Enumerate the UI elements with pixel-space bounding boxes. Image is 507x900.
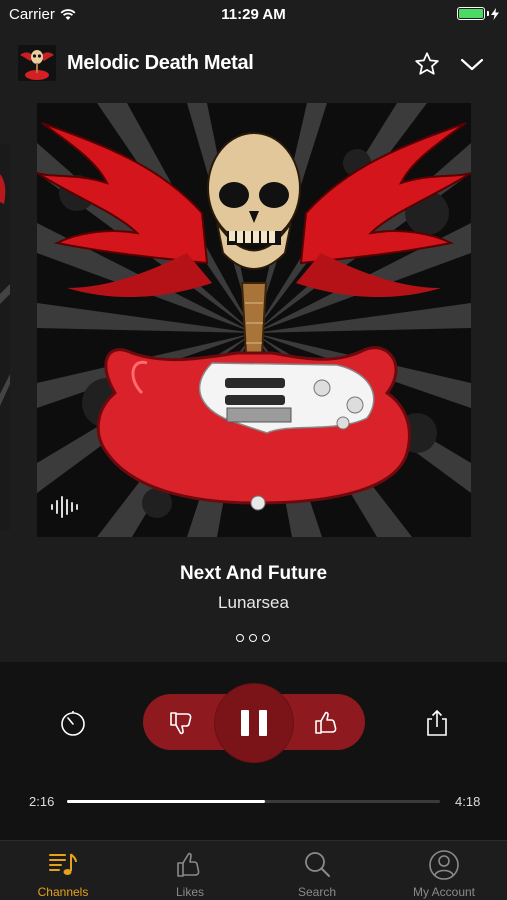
audio-wave-icon xyxy=(49,493,83,521)
elapsed-time: 2:16 xyxy=(29,794,55,809)
pause-icon xyxy=(241,710,249,736)
tab-my-account[interactable]: My Account xyxy=(381,841,507,900)
sleep-timer-button[interactable] xyxy=(58,708,88,738)
music-note-list-icon xyxy=(49,853,77,875)
more-dot xyxy=(262,634,270,642)
tab-bar: Channels Likes Search My Account xyxy=(0,840,507,900)
share-icon xyxy=(427,709,447,736)
progress-fill xyxy=(67,800,265,803)
channel-title: Melodic Death Metal xyxy=(67,52,254,74)
battery-icon xyxy=(457,7,499,20)
pause-icon xyxy=(259,710,267,736)
tab-search[interactable]: Search xyxy=(254,841,380,900)
tab-likes[interactable]: Likes xyxy=(127,841,253,900)
more-dot xyxy=(236,634,244,642)
more-options-button[interactable] xyxy=(236,632,270,644)
status-time: 11:29 AM xyxy=(221,6,286,23)
playback-controls: 2:16 4:18 xyxy=(0,662,507,840)
thumb-up-icon xyxy=(315,711,337,734)
tab-label: Search xyxy=(297,885,337,899)
album-art[interactable] xyxy=(37,103,471,537)
artist-name: Lunarsea xyxy=(218,593,289,612)
more-dot xyxy=(249,634,257,642)
charging-bolt-icon xyxy=(491,7,499,20)
progress-slider[interactable] xyxy=(67,800,440,803)
favorite-button[interactable] xyxy=(413,50,441,78)
tab-channels[interactable]: Channels xyxy=(0,841,126,900)
collapse-player-button[interactable] xyxy=(458,52,486,76)
share-button[interactable] xyxy=(424,708,450,738)
thumb-down-icon xyxy=(170,712,192,735)
chevron-down-icon xyxy=(460,58,484,71)
tab-label: Likes xyxy=(175,885,204,899)
status-bar: Carrier 11:29 AM xyxy=(0,0,507,28)
thumb-up-icon xyxy=(177,852,200,877)
thumbs-up-button[interactable] xyxy=(312,708,342,738)
tab-label: My Account xyxy=(412,885,476,899)
search-icon xyxy=(305,852,330,877)
tab-label: Channels xyxy=(37,885,89,899)
pause-button[interactable] xyxy=(215,684,293,762)
star-icon xyxy=(415,52,439,75)
song-title: Next And Future xyxy=(179,563,328,584)
player-panel: Melodic Death Metal Next And Future Luna… xyxy=(0,28,507,662)
previous-album-art[interactable] xyxy=(0,144,10,530)
total-duration: 4:18 xyxy=(455,794,481,809)
thumbs-down-button[interactable] xyxy=(167,708,197,738)
channel-logo[interactable] xyxy=(18,45,56,81)
player-header: Melodic Death Metal xyxy=(0,28,507,100)
user-icon xyxy=(429,850,459,880)
timer-icon xyxy=(61,711,85,736)
